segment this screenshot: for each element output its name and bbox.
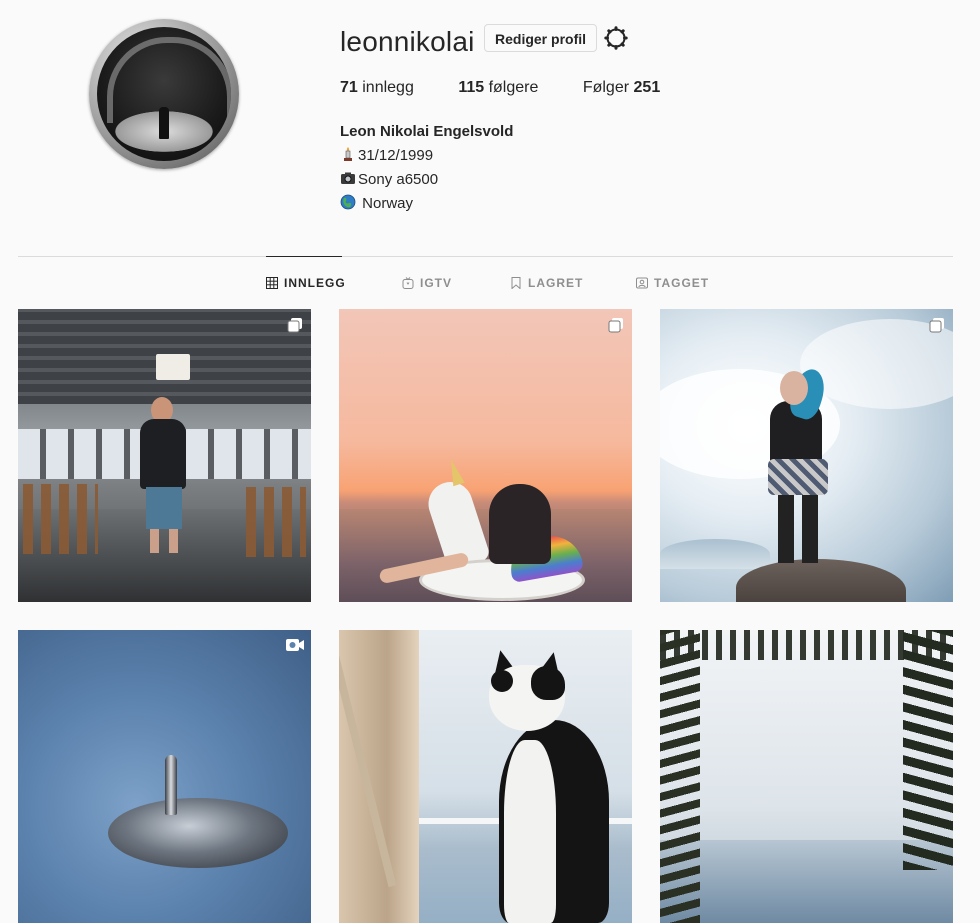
avatar-photo [97,27,231,161]
following-stat[interactable]: Følger 251 [583,79,660,96]
posts-label: innlegg [362,79,414,96]
carousel-icon [929,318,944,333]
bio-country: Norway [358,195,414,212]
tab-posts[interactable]: INNLEGG [266,276,346,290]
posts-stat: 71 innlegg [340,79,414,96]
edit-profile-button[interactable]: Rediger profil [484,24,598,52]
tag-person-icon [636,277,648,289]
post-tile[interactable] [339,309,632,602]
bio-line-country: Norway [340,192,513,216]
carousel-icon [287,318,302,333]
tab-tagged-label: TAGGET [654,276,710,290]
followers-stat[interactable]: 115 følgere [458,79,538,96]
igtv-icon [402,277,414,289]
post-tile[interactable] [660,309,953,602]
full-name: Leon Nikolai Engelsvold [340,123,514,140]
video-icon [286,639,304,651]
grid-icon [266,277,278,289]
following-count: 251 [633,79,661,96]
tab-igtv[interactable]: IGTV [402,276,452,290]
post-tile[interactable] [18,309,311,602]
avatar-figure [159,107,169,139]
bio-camera: Sony a6500 [358,171,439,188]
posts-count: 71 [340,79,358,96]
profile-stats: 71 innlegg 115 følgere Følger 251 [340,79,700,97]
bio-birthday: 31/12/1999 [358,147,434,164]
avatar-arch [107,37,231,123]
tab-saved[interactable]: LAGRET [510,276,583,290]
post-tile[interactable] [339,630,632,923]
candle-icon [344,147,352,161]
tabs-divider [18,256,953,257]
followers-label: følgere [488,79,539,96]
tab-igtv-label: IGTV [420,276,453,290]
following-label: Følger [582,79,630,96]
post-tile[interactable] [660,630,953,923]
active-tab-indicator [266,256,342,257]
profile-bio: Leon Nikolai Engelsvold 31/12/1999 Sony … [340,120,513,216]
followers-count: 115 [458,79,485,96]
globe-icon [340,194,356,210]
tab-posts-label: INNLEGG [284,276,346,290]
settings-gear-icon[interactable] [604,26,628,50]
tab-tagged[interactable]: TAGGET [636,276,709,290]
bio-line-birthday: 31/12/1999 [340,144,513,168]
username: leonnikolai [340,26,475,57]
bookmark-icon [511,277,521,289]
camera-icon [341,172,355,184]
carousel-icon [608,318,623,333]
profile-avatar[interactable] [89,19,239,169]
tab-saved-label: LAGRET [528,276,584,290]
bio-line-camera: Sony a6500 [340,168,513,192]
post-tile[interactable] [18,630,311,923]
